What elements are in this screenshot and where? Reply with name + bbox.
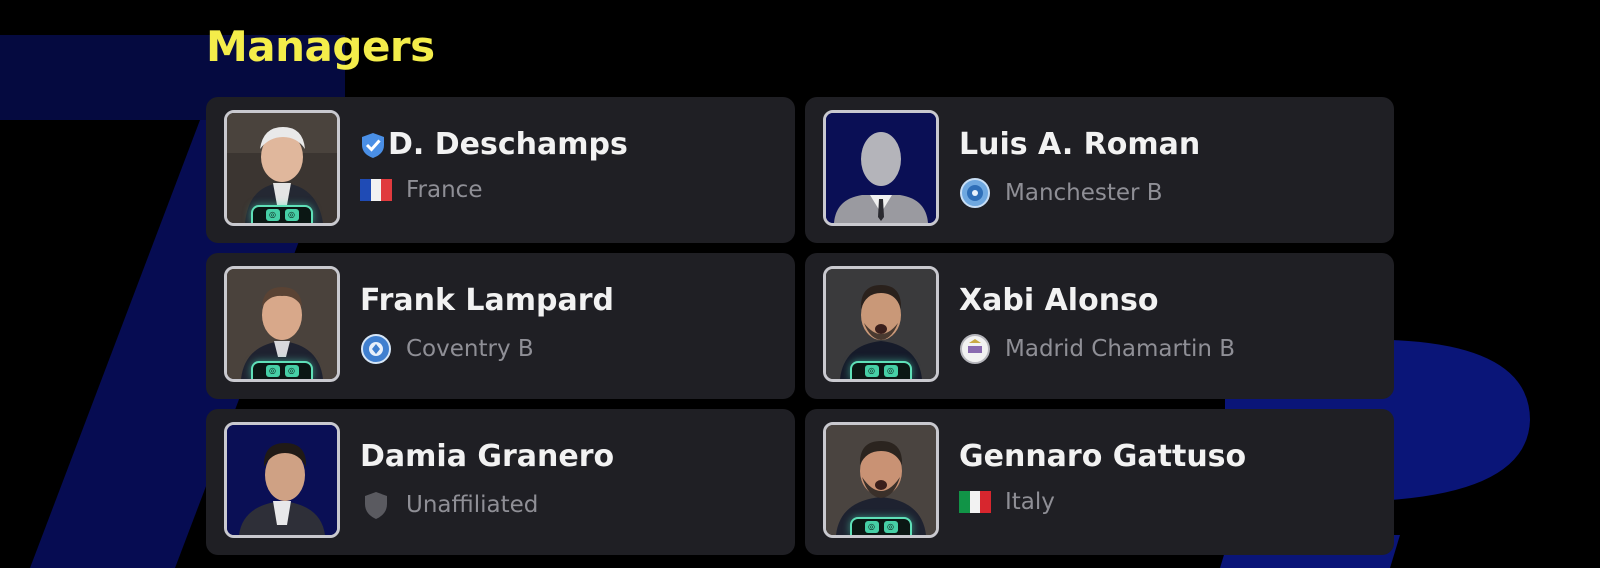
manager-portrait: ◎ ◎ (224, 266, 340, 382)
booster-coin-icon: ◎ (265, 209, 280, 221)
manager-card-deschamps[interactable]: ◎ ◎ D. Deschamps France (206, 97, 795, 243)
manager-team: Manchester B (1005, 180, 1163, 206)
coventry-b-emblem-icon (361, 334, 391, 364)
page-title: Managers (206, 22, 435, 71)
silhouette-avatar-icon (826, 113, 936, 223)
manager-team: Madrid Chamartin B (1005, 336, 1236, 362)
manager-name: Frank Lampard (360, 283, 614, 318)
manager-name: Gennaro Gattuso (959, 439, 1247, 474)
manager-team: Unaffiliated (406, 492, 539, 518)
manager-portrait (823, 110, 939, 226)
madrid-chamartin-b-emblem-icon (960, 334, 990, 364)
managers-grid: ◎ ◎ D. Deschamps France Luis A. Roman Ma… (206, 97, 1394, 555)
france-flag-icon (360, 179, 393, 201)
manager-team: France (406, 177, 483, 203)
booster-badge: ◎ ◎ (850, 361, 912, 379)
manager-card-gattuso[interactable]: ◎ ◎ Gennaro Gattuso Italy (805, 409, 1394, 555)
manchester-b-emblem-icon (960, 178, 990, 208)
manager-portrait: ◎ ◎ (224, 110, 340, 226)
manager-name: Damia Granero (360, 439, 615, 474)
manager-card-granero[interactable]: Damia Granero Unaffiliated (206, 409, 795, 555)
booster-coin-icon: ◎ (864, 365, 879, 377)
booster-coin-icon: ◎ (265, 365, 280, 377)
manager-portrait: ◎ ◎ (823, 422, 939, 538)
booster-badge: ◎ ◎ (251, 361, 313, 379)
verified-shield-icon (362, 132, 384, 158)
booster-badge: ◎ ◎ (251, 205, 313, 223)
manager-team: Coventry B (406, 336, 534, 362)
italy-flag-icon (959, 491, 992, 513)
booster-coin-icon: ◎ (284, 365, 299, 377)
manager-name: Xabi Alonso (959, 283, 1159, 318)
manager-card-lampard[interactable]: ◎ ◎ Frank Lampard Coventry B (206, 253, 795, 399)
unaffiliated-shield-icon (365, 492, 387, 519)
manager-portrait (224, 422, 340, 538)
booster-coin-icon: ◎ (883, 365, 898, 377)
manager-portrait: ◎ ◎ (823, 266, 939, 382)
manager-illustration-icon (227, 425, 337, 535)
manager-team: Italy (1005, 489, 1055, 515)
booster-badge: ◎ ◎ (850, 517, 912, 535)
booster-coin-icon: ◎ (883, 521, 898, 533)
booster-coin-icon: ◎ (864, 521, 879, 533)
manager-name: D. Deschamps (388, 127, 628, 162)
manager-card-luis-roman[interactable]: Luis A. Roman Manchester B (805, 97, 1394, 243)
booster-coin-icon: ◎ (284, 209, 299, 221)
manager-name: Luis A. Roman (959, 127, 1201, 162)
manager-card-alonso[interactable]: ◎ ◎ Xabi Alonso Madrid Chamartin B (805, 253, 1394, 399)
